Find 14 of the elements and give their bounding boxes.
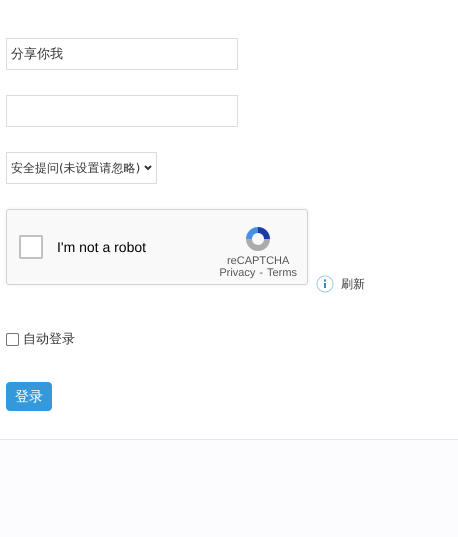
link-separator: -	[259, 267, 264, 279]
recaptcha-brand: reCAPTCHA	[226, 255, 290, 267]
auto-login-label: 自动登录	[23, 331, 75, 348]
privacy-link[interactable]: Privacy	[219, 267, 256, 279]
refresh-link[interactable]: 刷新	[341, 276, 365, 292]
info-icon[interactable]	[316, 275, 334, 293]
password-field[interactable]	[6, 95, 238, 127]
terms-link[interactable]: Terms	[267, 267, 297, 279]
captcha-checkbox[interactable]	[19, 235, 43, 259]
security-question-dropdown[interactable]: 安全提问(未设置请忽略)	[6, 152, 158, 184]
username-field[interactable]: 分享你我	[6, 38, 238, 70]
captcha-label: I'm not a robot	[57, 239, 148, 255]
caret-icon	[144, 165, 152, 171]
auto-login-checkbox[interactable]	[6, 332, 19, 346]
